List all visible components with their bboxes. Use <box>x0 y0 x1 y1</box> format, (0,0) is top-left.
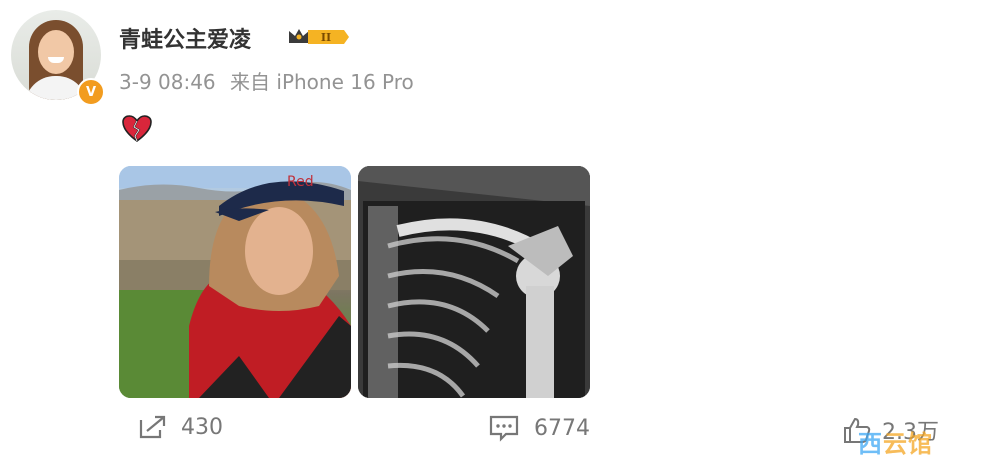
action-bar: 430 6774 2.3万 <box>0 414 985 454</box>
share-icon <box>139 415 166 439</box>
svg-text:Red: Red <box>287 174 314 190</box>
share-count: 430 <box>181 414 223 440</box>
xray-photo[interactable] <box>358 166 590 398</box>
post-meta: 3-9 08:46 来自 iPhone 16 Pro <box>119 66 422 95</box>
comment-count: 6774 <box>534 415 590 441</box>
post-time[interactable]: 3-9 08:46 <box>119 70 216 94</box>
username[interactable]: 青蛙公主爱凌 <box>119 22 251 54</box>
verified-badge-icon: V <box>77 78 105 106</box>
crown-level-badge-icon[interactable]: II <box>286 25 350 49</box>
comment-button[interactable]: 6774 <box>488 414 590 442</box>
level-badge-text: II <box>321 31 331 44</box>
selfie-photo[interactable]: Red <box>119 166 351 398</box>
user-avatar[interactable]: V <box>11 10 105 106</box>
comment-icon <box>489 415 519 442</box>
broken-heart-emoji-icon <box>122 115 152 142</box>
post-source: 来自 iPhone 16 Pro <box>230 70 414 94</box>
share-button[interactable]: 430 <box>137 414 223 440</box>
watermark-logo: 西云馆 <box>858 430 933 458</box>
